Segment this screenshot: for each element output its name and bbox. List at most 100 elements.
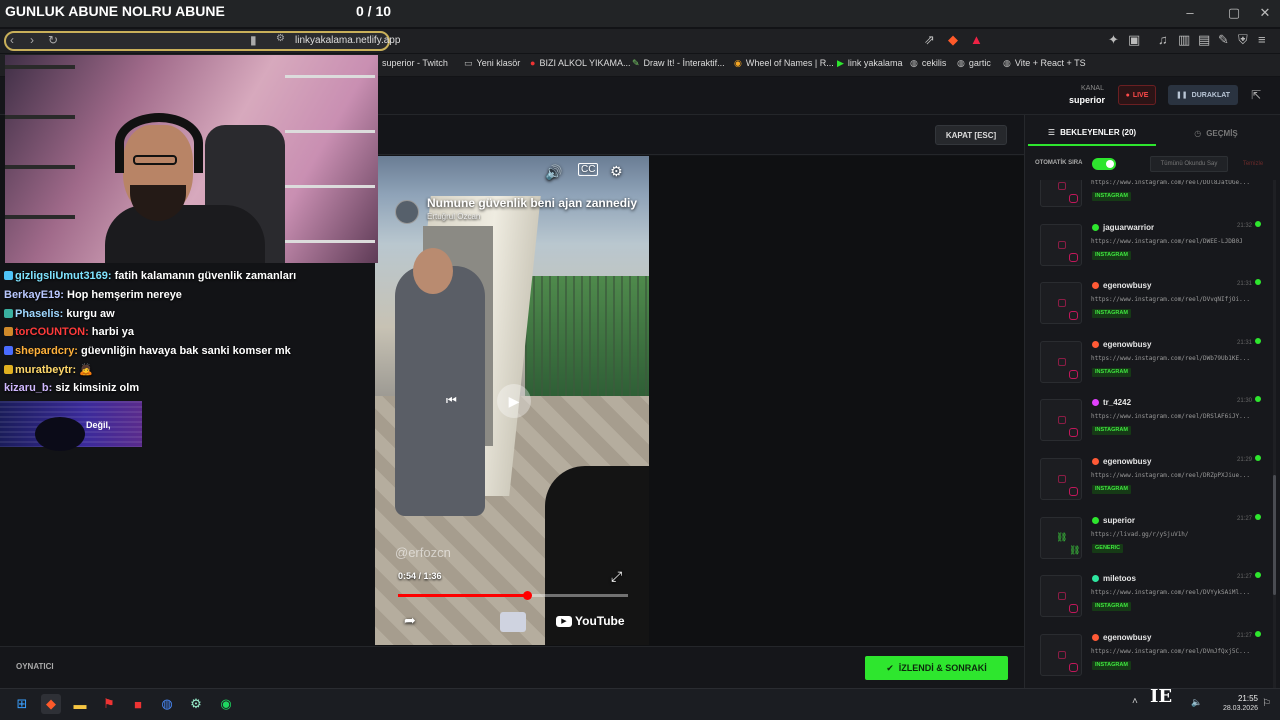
media-icon[interactable]: ♫ <box>1158 32 1168 47</box>
queue-item[interactable]: ⛓ ⛓ superior 21:27 https://livad.gg/r/ySjuV1… <box>1040 513 1261 569</box>
queue-thumbnail[interactable] <box>1040 575 1082 618</box>
queue-thumbnail[interactable] <box>1040 633 1082 676</box>
pause-button[interactable]: ❚❚ DURAKLAT <box>1168 85 1238 105</box>
queue-item[interactable]: egenowbusy 21:31 https://www.instagram.com… <box>1040 337 1261 393</box>
queue-url[interactable]: https://www.instagram.com/reel/DWEE-LJDB… <box>1091 238 1257 245</box>
queue-user: egenowbusy <box>1092 281 1151 290</box>
brave-shield-icon[interactable]: ◆ <box>948 32 958 48</box>
queue-thumbnail[interactable] <box>1040 282 1082 325</box>
vpn-icon[interactable]: ⛨ <box>1238 32 1248 48</box>
queue-url[interactable]: https://www.instagram.com/reel/DVmJfQxj5… <box>1091 648 1257 655</box>
play-button[interactable]: ▶ <box>497 384 531 418</box>
minimize-icon[interactable]: – <box>1180 5 1200 20</box>
tray-chevron-icon[interactable]: ˄ <box>1132 696 1138 707</box>
queue-thumbnail[interactable] <box>1040 180 1082 207</box>
queue-item[interactable]: egenowbusy 21:31 https://www.instagram.com… <box>1040 278 1261 334</box>
queue-item[interactable]: jaguarwarrior 21:32 https://www.instagram.… <box>1040 220 1261 276</box>
youtube-logo[interactable]: ▶ YouTube <box>556 614 625 628</box>
auto-queue-toggle[interactable] <box>1092 158 1116 170</box>
queue-url[interactable]: https://www.instagram.com/reel/DWb79Ub1K… <box>1091 355 1257 362</box>
maximize-icon[interactable]: ▢ <box>1224 5 1244 21</box>
bookmark-item[interactable]: ● BIZI ALKOL YIKAMA... <box>530 58 630 68</box>
ad-text: Değil, <box>86 420 111 430</box>
channel-avatar[interactable] <box>395 200 419 224</box>
video-thumbnail-icon[interactable] <box>500 612 526 632</box>
queue-thumbnail[interactable] <box>1040 399 1082 442</box>
queue-url[interactable]: https://www.instagram.com/reel/DVYykSAiM… <box>1091 589 1257 596</box>
tray-app-logo[interactable]: IE <box>1150 686 1184 716</box>
brave-browser-icon[interactable]: ◆ <box>41 694 61 714</box>
extensions-icon[interactable]: ✦ <box>1108 32 1119 48</box>
settings-icon[interactable]: ⚙ <box>610 163 623 180</box>
share-video-icon[interactable]: ➦ <box>404 612 416 629</box>
bookmark-item[interactable]: ▶ link yakalama <box>837 58 902 69</box>
tab-pending[interactable]: ☰ BEKLEYENLER (20) <box>1028 120 1156 146</box>
url-text[interactable]: linkyakalama.netlify.app <box>295 35 400 46</box>
wallet-icon[interactable]: ▤ <box>1198 32 1210 48</box>
leo-icon[interactable]: ✎ <box>1218 32 1229 48</box>
close-window-icon[interactable]: ✕ <box>1255 5 1275 21</box>
clock-time[interactable]: 21:55 <box>1222 694 1258 703</box>
fullscreen-icon[interactable]: ⤢ <box>611 568 622 585</box>
queue-thumbnail[interactable] <box>1040 340 1082 383</box>
windows-start-icon[interactable]: ⊞ <box>12 694 32 714</box>
queue-url[interactable]: https://livad.gg/r/ySjuV1h/ <box>1091 531 1257 538</box>
record-app-icon[interactable]: ■ <box>128 694 148 714</box>
unread-dot <box>1255 630 1261 637</box>
forward-icon[interactable]: › <box>30 33 34 47</box>
queue-thumbnail[interactable] <box>1040 458 1082 500</box>
queue-item[interactable]: tr_4242 21:30 https://www.instagram.com/re… <box>1040 395 1261 451</box>
queue-url[interactable]: https://www.instagram.com/reel/DRZpPXJiu… <box>1091 472 1257 479</box>
volume-tray-icon[interactable]: 🔈 <box>1191 697 1202 708</box>
live-button[interactable]: ● LIVE <box>1118 85 1156 105</box>
volume-icon[interactable]: 🔊 <box>545 164 562 181</box>
queue-item[interactable]: miletoos 21:27 https://www.instagram.com/r… <box>1040 571 1261 627</box>
queue-url[interactable]: https://www.instagram.com/reel/DRSlAF6iJ… <box>1091 413 1257 420</box>
queue-time: 21:27 <box>1236 632 1252 639</box>
notification-icon[interactable]: ⚐ <box>1262 698 1271 709</box>
bookmark-item[interactable]: ◍ cekilis <box>910 58 946 69</box>
video-progress-bar[interactable] <box>398 591 628 600</box>
bookmark-icon[interactable]: ▮ <box>250 33 257 47</box>
clear-button[interactable]: Temizle <box>1236 156 1270 172</box>
steam-icon[interactable]: ⚙ <box>186 694 206 714</box>
spotify-icon[interactable]: ◉ <box>216 694 236 714</box>
site-info-icon[interactable]: ⚙ <box>276 33 285 44</box>
queue-item[interactable]: https://www.instagram.com/reel/DUl8JatUG… <box>1040 180 1258 217</box>
close-player-button[interactable]: KAPAT [ESC] <box>935 125 1007 145</box>
sidebar-toggle-icon[interactable]: ▥ <box>1178 32 1190 48</box>
clock-date[interactable]: 28.03.2026 <box>1212 705 1258 712</box>
bookmark-item[interactable]: ◍ Vite + React + TS <box>1003 58 1086 69</box>
queue-scrollbar[interactable] <box>1273 180 1276 688</box>
queue-scrollbar-thumb[interactable] <box>1273 475 1276 595</box>
app-globe-icon[interactable]: ◍ <box>157 694 177 714</box>
valorant-icon[interactable]: ⚑ <box>99 694 119 714</box>
external-link-icon[interactable]: ⇱ <box>1251 88 1261 102</box>
bookmark-item[interactable]: ✎ Draw It! - İnteraktif... <box>632 58 725 69</box>
watched-next-button[interactable]: ✔ İZLENDİ & SONRAKİ <box>865 656 1008 680</box>
queue-url[interactable]: https://www.instagram.com/reel/DUl8JatUG… <box>1091 180 1257 186</box>
back-icon[interactable]: ‹ <box>10 33 14 47</box>
bookmark-item[interactable]: ◉ Wheel of Names | R... <box>734 58 834 69</box>
share-icon[interactable]: ⇗ <box>924 32 935 48</box>
rewards-icon[interactable]: ▲ <box>970 32 983 47</box>
queue-item[interactable]: egenowbusy 21:29 https://www.instagram.com… <box>1040 454 1261 510</box>
previous-icon[interactable]: ⏮ <box>446 393 464 411</box>
queue-thumbnail[interactable]: ⛓ ⛓ <box>1040 516 1082 559</box>
captions-icon[interactable]: CC <box>578 163 599 176</box>
reload-icon[interactable]: ↻ <box>48 33 58 47</box>
screenshot-icon[interactable]: ▣ <box>1128 32 1140 48</box>
video-title[interactable]: Numune güvenlik beni ajan zannediy <box>427 196 637 210</box>
tab-history[interactable]: ◷ GEÇMİŞ <box>1156 120 1276 146</box>
file-explorer-icon[interactable]: ▬ <box>70 694 90 714</box>
bookmark-item[interactable]: ◍ gartic <box>957 58 991 69</box>
bookmark-item[interactable]: ▭ Yeni klasör <box>464 58 520 69</box>
bookmark-item[interactable]: superior - Twitch <box>382 58 448 68</box>
menu-icon[interactable]: ≡ <box>1258 32 1266 47</box>
mark-all-read-button[interactable]: Tümünü Okundu Say <box>1150 156 1228 172</box>
queue-thumbnail[interactable] <box>1040 223 1082 266</box>
platform-icon <box>1092 340 1099 348</box>
video-channel-name[interactable]: Ertuğrul Ozcan <box>427 212 480 221</box>
queue-url[interactable]: https://www.instagram.com/reel/DVvqNIfjO… <box>1091 296 1257 303</box>
queue-item[interactable]: egenowbusy 21:27 https://www.instagram.com… <box>1040 630 1261 686</box>
